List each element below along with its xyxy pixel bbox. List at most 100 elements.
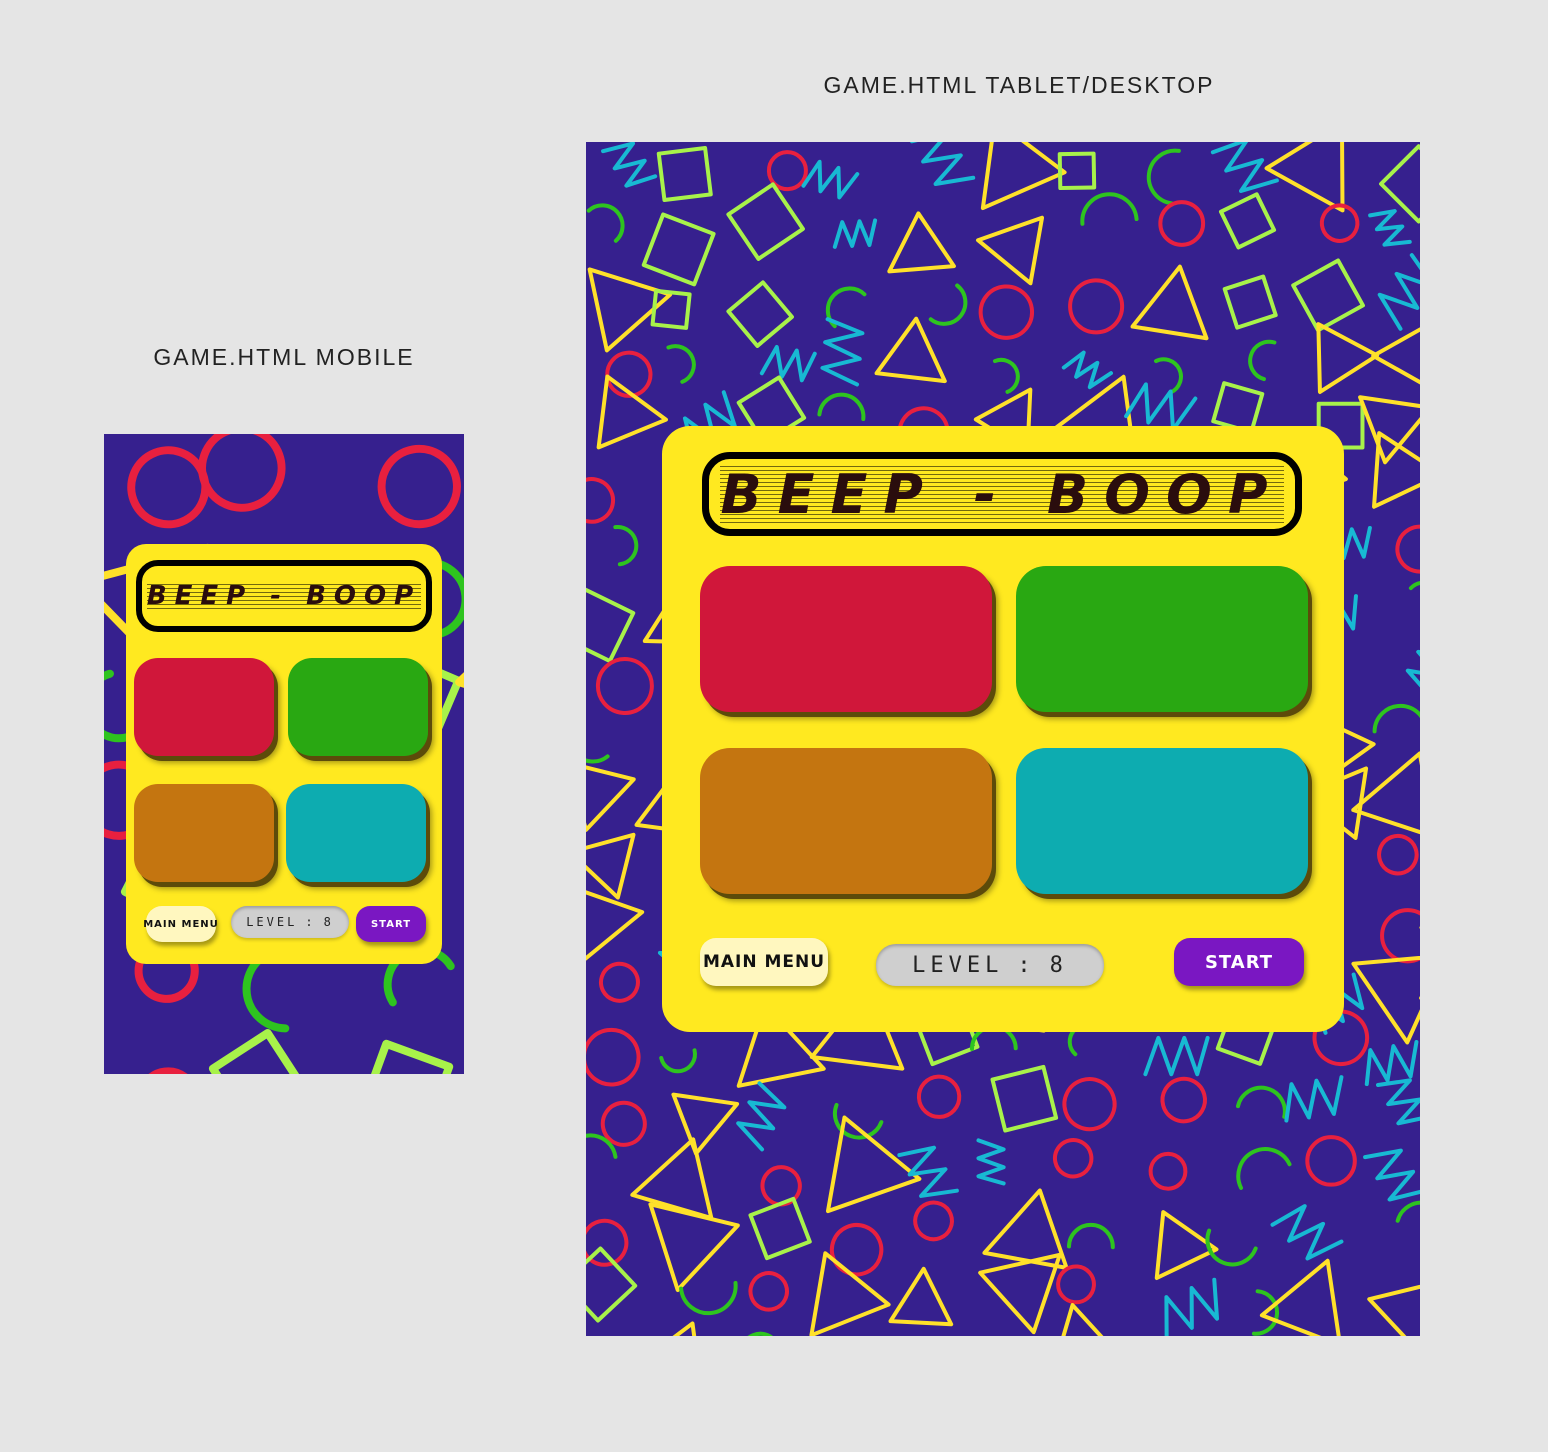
square-shape [1222, 274, 1278, 330]
arc-shape [1236, 1147, 1292, 1190]
circle-shape [598, 961, 640, 1003]
level-label: LEVEL [912, 952, 1004, 978]
square-shape [586, 587, 636, 664]
triangle-shape [1316, 322, 1380, 394]
square-shape [1218, 192, 1277, 250]
arc-shape [1205, 1228, 1258, 1267]
circle-shape [1148, 1151, 1188, 1191]
red-pad[interactable] [134, 658, 274, 756]
circle-shape [1062, 1077, 1117, 1132]
arc-shape [1408, 580, 1420, 615]
circle-shape [748, 1271, 789, 1312]
teal-pad[interactable] [286, 784, 426, 882]
arc-shape [1236, 1085, 1287, 1119]
circle-shape [916, 1074, 962, 1119]
triangle-shape [455, 606, 464, 719]
circle-shape [377, 444, 461, 529]
arc-shape [586, 203, 625, 243]
arc-shape [992, 357, 1020, 394]
desktop-caption: GAME.HTML TABLET/DESKTOP [823, 72, 1215, 98]
zigzag-shape [1363, 1148, 1420, 1202]
zigzag-shape [832, 218, 878, 249]
arc-shape [679, 1280, 738, 1316]
zigzag-shape [759, 345, 817, 383]
triangle-shape [1259, 1258, 1343, 1336]
circle-shape [1160, 1076, 1207, 1124]
main-menu-button[interactable]: MAIN MENU [143, 906, 218, 942]
square-shape [726, 182, 805, 261]
title-banner: BEEP - BOOP [136, 560, 432, 632]
level-display: LEVEL:8 [231, 906, 349, 938]
square-shape [1291, 258, 1365, 333]
game-panel: BEEP - BOOP MAIN MENU LEVEL:8 START [662, 426, 1344, 1032]
start-button[interactable]: START [1174, 938, 1304, 986]
triangle-shape [587, 267, 673, 353]
arc-shape [928, 283, 968, 326]
circle-shape [1068, 278, 1125, 335]
square-shape [1379, 144, 1420, 224]
desktop-screen: BEEP - BOOP MAIN MENU LEVEL:8 START [586, 142, 1420, 1336]
square-shape [726, 280, 794, 348]
triangle-shape [630, 1137, 714, 1221]
circle-shape [1158, 200, 1206, 247]
arc-shape [1372, 703, 1420, 735]
triangle-shape [980, 142, 1067, 211]
level-value: 8 [1049, 952, 1068, 978]
game-panel: BEEP - BOOP MAIN MENU LEVEL:8 START [126, 544, 442, 964]
square-shape [586, 1246, 638, 1323]
orange-pad[interactable] [134, 784, 274, 882]
level-separator: : [1017, 952, 1036, 978]
arc-shape [1248, 339, 1277, 382]
square-shape [656, 145, 713, 203]
circle-shape [586, 477, 616, 524]
arc-shape [659, 1048, 697, 1074]
circle-shape [1052, 1138, 1094, 1179]
triangle-shape [586, 832, 636, 900]
arc-shape [104, 669, 133, 743]
green-pad[interactable] [1016, 566, 1308, 712]
circle-shape [1305, 1135, 1357, 1187]
level-display: LEVEL:8 [876, 944, 1104, 986]
triangle-shape [1130, 264, 1209, 341]
circle-shape [1395, 524, 1420, 574]
start-button[interactable]: START [356, 906, 426, 942]
circle-shape [913, 1200, 954, 1242]
arc-shape [586, 1133, 618, 1167]
zigzag-shape [1368, 209, 1412, 247]
triangle-shape [1419, 891, 1420, 987]
zigzag-shape [1164, 1277, 1220, 1336]
circle-shape [1377, 833, 1419, 876]
red-pad[interactable] [700, 566, 992, 712]
arc-shape [1080, 192, 1139, 226]
triangle-shape [1367, 1275, 1420, 1336]
triangle-shape [809, 1251, 891, 1336]
arc-shape [586, 718, 610, 764]
zigzag-shape [801, 159, 860, 200]
level-label: LEVEL [246, 915, 298, 929]
game-title: BEEP - BOOP [720, 462, 1284, 526]
square-shape [641, 212, 716, 287]
zigzag-shape [1284, 1075, 1344, 1123]
circle-shape [797, 1330, 864, 1336]
arc-shape [739, 1331, 781, 1336]
main-menu-button[interactable]: MAIN MENU [700, 938, 828, 986]
zigzag-shape [601, 142, 658, 188]
square-shape [1211, 381, 1265, 435]
triangle-shape [622, 1321, 707, 1336]
zigzag-shape [1405, 632, 1420, 697]
circle-shape [586, 1027, 641, 1087]
square-shape [748, 1196, 812, 1261]
circle-shape [978, 284, 1035, 340]
triangle-shape [887, 211, 956, 274]
game-title: BEEP - BOOP [146, 581, 422, 611]
mobile-screen: BEEP - BOOP MAIN MENU LEVEL:8 START [104, 434, 464, 1074]
triangle-shape [1358, 395, 1420, 465]
teal-pad[interactable] [1016, 748, 1308, 894]
circle-shape [135, 1067, 201, 1074]
green-pad[interactable] [288, 658, 428, 756]
triangle-shape [874, 316, 947, 384]
zigzag-shape [1364, 1040, 1419, 1087]
zigzag-shape [909, 142, 976, 186]
circle-shape [829, 1223, 884, 1277]
orange-pad[interactable] [700, 748, 992, 894]
